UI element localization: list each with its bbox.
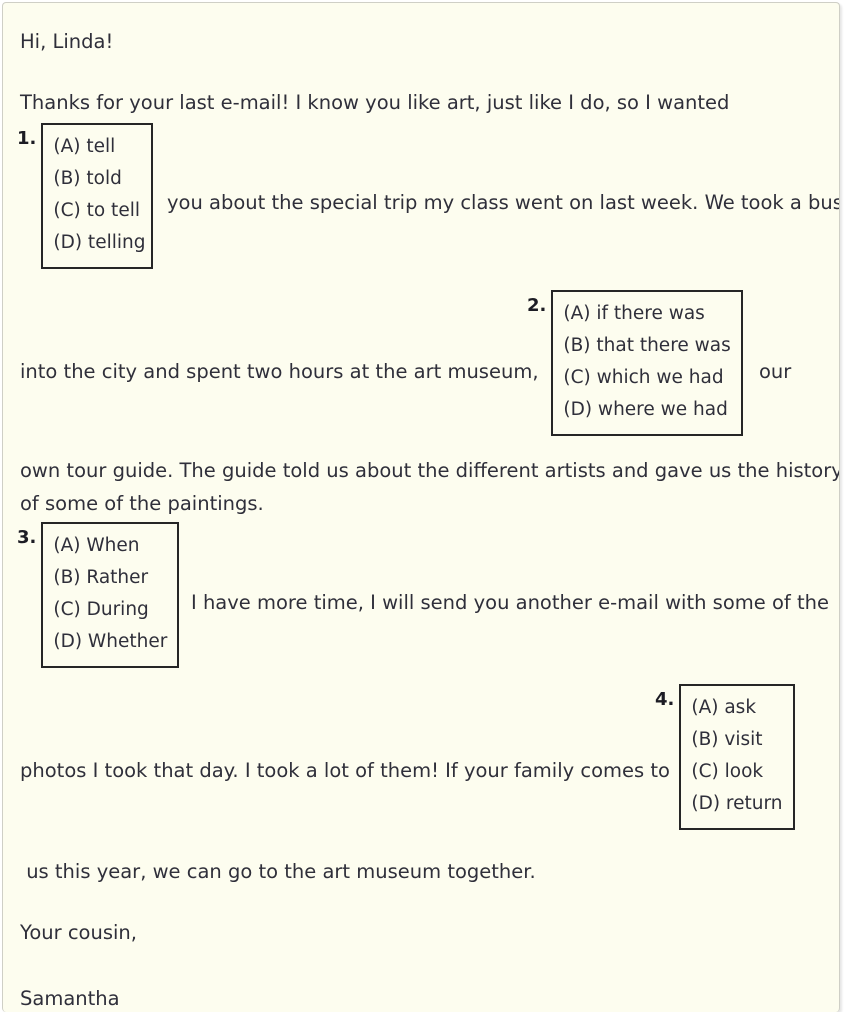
question-4-choice-d[interactable]: (D) return: [691, 788, 783, 820]
question-3-choice-c[interactable]: (C) During: [53, 594, 167, 626]
question-2-choice-b[interactable]: (B) that there was: [563, 330, 731, 362]
question-2-choice-c[interactable]: (C) which we had: [563, 362, 731, 394]
question-4-choice-a[interactable]: (A) ask: [691, 692, 783, 724]
question-1-choice-b[interactable]: (B) told: [53, 163, 141, 195]
question-4-choice-box[interactable]: (A) ask (B) visit (C) look (D) return: [679, 684, 796, 830]
passage-greeting: Hi, Linda!: [20, 30, 114, 53]
question-1: 1. (A) tell (B) told (C) to tell (D) tel…: [17, 123, 154, 269]
question-2-number: 2.: [527, 295, 547, 316]
passage-paragraph1-line1: Thanks for your last e-mail! I know you …: [20, 91, 730, 114]
passage-signature: Samantha: [20, 987, 120, 1010]
question-1-number: 1.: [17, 128, 37, 149]
question-4-choice-b[interactable]: (B) visit: [691, 724, 783, 756]
question-3-choice-box[interactable]: (A) When (B) Rather (C) During (D) Wheth…: [41, 522, 180, 668]
passage-signoff: Your cousin,: [20, 921, 137, 944]
passage-paragraph1-line6: of some of the paintings.: [20, 492, 264, 515]
passage-paragraph1-line4: our: [759, 360, 792, 383]
question-1-choice-box[interactable]: (A) tell (B) told (C) to tell (D) tellin…: [41, 123, 154, 269]
question-1-choice-c[interactable]: (C) to tell: [53, 195, 141, 227]
question-3-choice-b[interactable]: (B) Rather: [53, 562, 167, 594]
question-1-choice-d[interactable]: (D) telling: [53, 227, 145, 259]
question-3-choice-a[interactable]: (A) When: [53, 530, 167, 562]
question-3-number: 3.: [17, 527, 37, 548]
question-2-choice-box[interactable]: (A) if there was (B) that there was (C) …: [551, 290, 744, 436]
question-4: 4. (A) ask (B) visit (C) look (D) return: [655, 684, 796, 830]
passage-paragraph2-line2: photos I took that day. I took a lot of …: [20, 759, 670, 782]
question-2-choice-d[interactable]: (D) where we had: [563, 394, 731, 426]
question-2: 2. (A) if there was (B) that there was (…: [527, 290, 744, 436]
passage-paragraph1-line2: you about the special trip my class went…: [167, 191, 840, 214]
question-4-number: 4.: [655, 689, 675, 710]
question-4-choice-c[interactable]: (C) look: [691, 756, 783, 788]
passage-body: Hi, Linda! Thanks for your last e-mail! …: [3, 3, 839, 1012]
question-3-choice-d[interactable]: (D) Whether: [53, 626, 167, 658]
passage-paragraph1-line3: into the city and spent two hours at the…: [20, 360, 539, 383]
passage-card: Hi, Linda! Thanks for your last e-mail! …: [2, 2, 840, 1012]
passage-paragraph1-line5: own tour guide. The guide told us about …: [20, 459, 840, 482]
passage-paragraph2-line3: us this year, we can go to the art museu…: [20, 860, 536, 883]
question-2-choice-a[interactable]: (A) if there was: [563, 298, 731, 330]
question-1-choice-a[interactable]: (A) tell: [53, 131, 141, 163]
passage-paragraph2-line1: I have more time, I will send you anothe…: [191, 591, 829, 614]
question-3: 3. (A) When (B) Rather (C) During (D) Wh…: [17, 522, 180, 668]
